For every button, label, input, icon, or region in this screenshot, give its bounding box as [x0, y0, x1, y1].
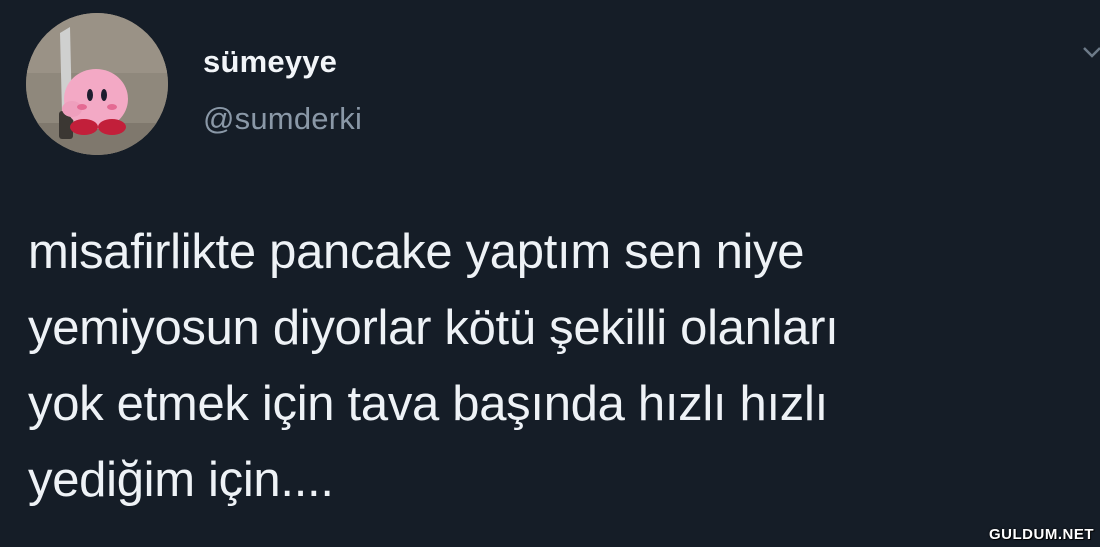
watermark: GULDUM.NET	[989, 526, 1094, 543]
tweet-text: misafirlikte pancake yaptım sen niye yem…	[28, 225, 839, 507]
display-name[interactable]: sümeyye	[203, 44, 337, 80]
chevron-down-icon[interactable]	[1080, 40, 1100, 64]
kirby-plush-knife-avatar-icon	[26, 13, 168, 155]
user-handle[interactable]: @sumderki	[203, 101, 362, 137]
tweet-card: sümeyye @sumderki misafirlikte pancake y…	[0, 0, 1100, 547]
avatar[interactable]	[26, 13, 168, 155]
